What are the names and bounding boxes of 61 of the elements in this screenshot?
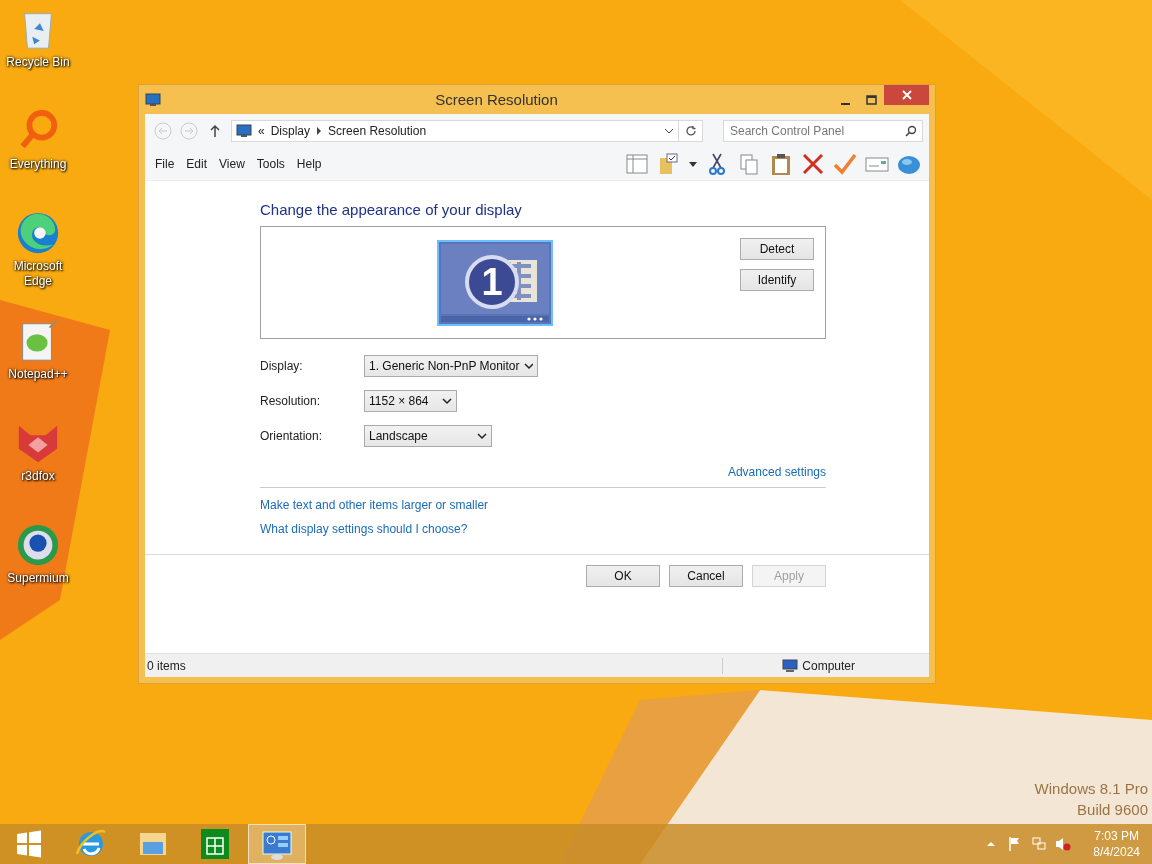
page-heading: Change the appearance of your display xyxy=(260,201,523,218)
field-label: Display: xyxy=(260,359,304,373)
dropdown[interactable]: 1152 × 864 xyxy=(364,390,457,412)
panel-button[interactable]: Detect xyxy=(740,238,814,260)
menu-item[interactable]: Tools xyxy=(250,155,291,173)
browser-e-icon[interactable] xyxy=(75,830,106,856)
wave-logo-icon xyxy=(15,210,61,256)
maximize-icon xyxy=(865,94,877,105)
dialog-button[interactable]: Cancel xyxy=(669,565,743,587)
watermark-text: Build 9600 xyxy=(1077,801,1148,818)
breadcrumb-item[interactable]: Screen Resolution xyxy=(328,124,427,138)
dropdown[interactable]: Landscape xyxy=(364,425,492,447)
menu-item[interactable]: View xyxy=(213,155,251,173)
up-arrow-icon xyxy=(209,124,221,138)
panel-button[interactable]: Identify xyxy=(740,269,814,291)
close-icon xyxy=(901,90,912,100)
address-bar[interactable]: « Display Screen Resolution xyxy=(231,120,679,142)
chevron-down-icon xyxy=(442,397,452,405)
chevron-right-icon xyxy=(316,127,323,135)
window-title: Screen Resolution xyxy=(434,91,559,108)
close-button[interactable] xyxy=(884,85,929,105)
copy-icon[interactable] xyxy=(737,152,761,176)
windows-logo-icon[interactable] xyxy=(17,830,41,858)
globe-ring-icon xyxy=(15,522,61,568)
chevron-down-icon xyxy=(477,432,487,440)
computer-icon xyxy=(782,658,799,673)
status-location: Computer xyxy=(802,658,855,673)
help-link[interactable]: What display settings should I choose? xyxy=(260,522,468,536)
control-panel-icon[interactable] xyxy=(262,831,292,860)
folder-icon[interactable] xyxy=(140,833,166,855)
chevron-down-icon[interactable] xyxy=(664,127,674,135)
checkmark-icon[interactable] xyxy=(833,152,857,176)
watermark-text: Windows 8.1 Pro xyxy=(1034,780,1148,797)
breadcrumb-prefix[interactable]: « xyxy=(258,124,265,138)
clipboard-icon[interactable] xyxy=(769,152,793,176)
monitor-icon xyxy=(236,124,252,138)
field-label: Resolution: xyxy=(260,394,322,408)
refresh-icon xyxy=(684,125,697,137)
search-field[interactable]: Search Control Panel xyxy=(723,120,923,142)
layout-pane-icon[interactable] xyxy=(625,152,649,176)
dropdown[interactable]: 1. Generic Non-PnP Monitor xyxy=(364,355,538,377)
speaker-muted-icon[interactable] xyxy=(1055,836,1072,852)
monitor-drawing[interactable]: 1 xyxy=(437,240,553,326)
refresh-button[interactable] xyxy=(679,120,703,142)
folder-check-icon[interactable] xyxy=(657,152,681,176)
menu-item[interactable]: Help xyxy=(290,155,328,173)
dialog-button[interactable]: OK xyxy=(586,565,660,587)
delete-x-icon[interactable] xyxy=(801,152,825,176)
field-label: Orientation: xyxy=(260,429,324,443)
menu-item[interactable]: Edit xyxy=(180,155,214,173)
shopping-bag-icon[interactable] xyxy=(201,829,229,859)
menu-item[interactable]: File xyxy=(149,155,181,173)
advanced-settings-link[interactable]: Advanced settings xyxy=(727,465,826,479)
breadcrumb-item[interactable]: Display xyxy=(270,124,311,138)
status-text: 0 items xyxy=(147,658,186,673)
taskbar-button[interactable] xyxy=(248,824,306,864)
monitor-icon xyxy=(145,92,161,107)
chevron-down-icon xyxy=(523,362,533,370)
minimize-icon xyxy=(840,102,850,105)
help-link[interactable]: Make text and other items larger or smaller xyxy=(260,498,489,512)
network-icon[interactable] xyxy=(1031,836,1048,852)
